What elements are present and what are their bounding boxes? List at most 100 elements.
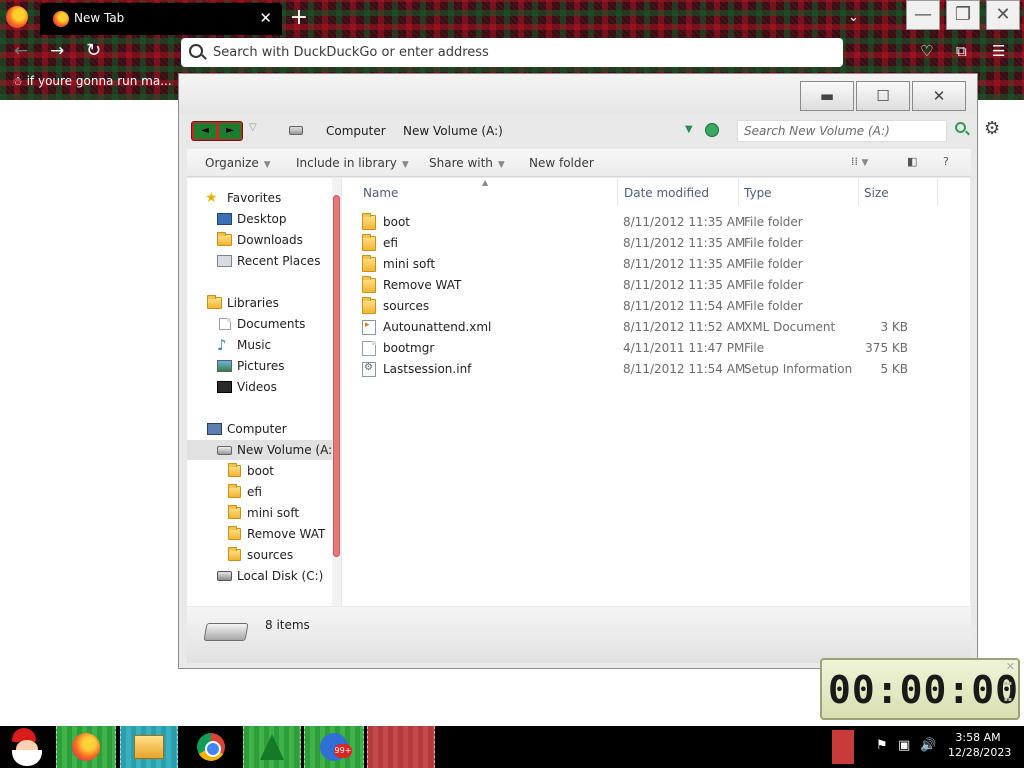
column-divider[interactable]: [937, 178, 938, 206]
column-header-name[interactable]: Name: [363, 186, 398, 200]
new-folder-button[interactable]: New folder: [529, 156, 594, 170]
preview-pane-icon[interactable]: ◧: [907, 155, 917, 168]
column-header-type[interactable]: Type: [744, 186, 772, 200]
nav-favorites[interactable]: ★ Favorites: [187, 188, 332, 208]
include-in-library-menu[interactable]: Include in library ▼: [296, 156, 409, 170]
browser-close-button[interactable]: ✕: [986, 0, 1020, 30]
address-dropdown-icon[interactable]: ▼: [685, 124, 693, 135]
tab-close-button[interactable]: ✕: [259, 8, 272, 28]
table-row[interactable]: efi 8/11/2012 11:35 AM File folder: [342, 233, 970, 254]
explorer-title-bar[interactable]: ▬ ☐ ✕: [179, 74, 977, 114]
start-button[interactable]: [2, 726, 52, 768]
table-row[interactable]: Lastsession.inf 8/11/2012 11:54 AMSetup I…: [342, 359, 970, 380]
search-box[interactable]: [737, 120, 947, 142]
file-size: 5 KB: [880, 362, 908, 376]
explorer-back-button[interactable]: ◄: [194, 123, 216, 139]
taskbar-explorer[interactable]: [120, 726, 178, 768]
explorer-maximize-button[interactable]: ☐: [856, 81, 910, 111]
back-arrow-icon[interactable]: ←: [14, 41, 28, 61]
table-row[interactable]: bootmgr 4/11/2011 11:47 PM File 375 KB: [342, 338, 970, 359]
view-options-icon[interactable]: ⁞⁞ ▼: [851, 155, 868, 168]
table-row[interactable]: mini soft 8/11/2012 11:35 AM File folder: [342, 254, 970, 275]
navigation-scroll-thumb[interactable]: [333, 195, 340, 557]
taskbar-chrome[interactable]: [182, 726, 240, 768]
tab-new-tab[interactable]: New Tab ✕: [40, 3, 282, 35]
bookmark-item[interactable]: ☃ if youre gonna run ma...: [12, 74, 172, 88]
tray-time: 3:58 AM: [955, 731, 1001, 744]
address-row: ◄ ► ▽ Computer New Volume (A:) ▼: [187, 118, 971, 145]
nav-sub-mini-soft[interactable]: mini soft: [187, 503, 332, 523]
taskbar-firefox[interactable]: [56, 726, 116, 768]
column-divider[interactable]: [738, 178, 739, 206]
table-row[interactable]: sources 8/11/2012 11:54 AM File folder: [342, 296, 970, 317]
url-input[interactable]: [213, 42, 813, 63]
back-forward-buttons: ◄ ►: [191, 121, 243, 141]
forward-arrow-icon[interactable]: →: [50, 41, 64, 61]
nav-sub-efi[interactable]: efi: [187, 482, 332, 502]
drive-large-icon: [203, 623, 249, 641]
breadcrumb-computer[interactable]: Computer: [326, 124, 386, 138]
nav-recent-places[interactable]: Recent Places: [187, 251, 332, 271]
browser-minimize-button[interactable]: —: [906, 0, 940, 30]
explorer-search-input[interactable]: [738, 121, 924, 141]
firefox-logo-icon[interactable]: [6, 6, 28, 28]
tray-clock[interactable]: 3:58 AM 12/28/2023: [948, 730, 1011, 760]
pocket-icon[interactable]: ♡: [920, 42, 933, 60]
column-header-date-modified[interactable]: Date modified: [624, 186, 709, 200]
magnifier-icon[interactable]: [955, 122, 966, 133]
column-divider[interactable]: [858, 178, 859, 206]
taskbar-christmas-tree[interactable]: [243, 726, 301, 768]
action-center-flag-icon[interactable]: ⚑: [876, 738, 888, 753]
file-date-modified: 8/11/2012 11:35 AM: [623, 257, 746, 271]
nav-libraries[interactable]: Libraries: [187, 293, 332, 313]
nav-downloads[interactable]: Downloads: [187, 230, 332, 250]
menu-hamburger-icon[interactable]: ☰: [992, 42, 1005, 60]
url-bar[interactable]: [181, 38, 843, 67]
nav-sub-sources[interactable]: sources: [187, 545, 332, 565]
refresh-icon[interactable]: [705, 123, 719, 137]
table-row[interactable]: Remove WAT 8/11/2012 11:35 AM File folder: [342, 275, 970, 296]
nav-videos[interactable]: Videos: [187, 377, 332, 397]
file-size: 375 KB: [865, 341, 908, 355]
nav-music[interactable]: ♪ Music: [187, 335, 332, 355]
clock-side-mark: ▪▪: [1003, 696, 1012, 703]
table-row[interactable]: Autounattend.xml 8/11/2012 11:52 AMXML Do…: [342, 317, 970, 338]
breadcrumb-new-volume[interactable]: New Volume (A:): [403, 124, 503, 138]
column-header-size[interactable]: Size: [864, 186, 889, 200]
desktop-icon: [217, 213, 232, 225]
browser-restore-button[interactable]: ❐: [946, 0, 980, 30]
explorer-minimize-button[interactable]: ▬: [800, 81, 854, 111]
nav-sub-boot[interactable]: boot: [187, 461, 332, 481]
nav-pictures[interactable]: Pictures: [187, 356, 332, 376]
local-disk-icon: [217, 571, 232, 581]
recent-pages-chevron-icon[interactable]: ▽: [249, 122, 257, 133]
reload-icon[interactable]: ↻: [86, 40, 101, 61]
file-list: ▲ Name Date modified Type Size boot 8/11/…: [342, 178, 970, 606]
file-icon: [362, 341, 376, 356]
explorer-forward-button[interactable]: ►: [219, 123, 241, 139]
nav-new-volume[interactable]: New Volume (A:): [187, 440, 337, 460]
help-icon[interactable]: ?: [943, 155, 949, 168]
organize-menu[interactable]: Organize ▼: [205, 156, 271, 170]
taskbar-empty-slot[interactable]: [367, 726, 435, 768]
clock-widget[interactable]: ✕ 00:00:00 ▪▪ ▪▪: [820, 658, 1020, 720]
nav-local-disk[interactable]: Local Disk (C:): [187, 566, 332, 586]
volume-icon[interactable]: 🔊: [920, 738, 936, 753]
tray-show-desktop[interactable]: [832, 730, 854, 764]
nav-computer[interactable]: Computer: [187, 419, 332, 439]
tab-list-chevron-icon[interactable]: ⌄: [848, 10, 859, 25]
documents-icon: [219, 318, 231, 330]
nav-sub-remove-wat[interactable]: Remove WAT: [187, 524, 332, 544]
extensions-icon[interactable]: ⧉: [956, 42, 967, 60]
table-row[interactable]: boot 8/11/2012 11:35 AM File folder: [342, 212, 970, 233]
navigation-scrollbar[interactable]: [332, 178, 341, 606]
share-with-menu[interactable]: Share with ▼: [429, 156, 505, 170]
new-tab-button[interactable]: +: [287, 4, 311, 32]
explorer-close-button[interactable]: ✕: [912, 81, 966, 111]
nav-desktop[interactable]: Desktop: [187, 209, 332, 229]
network-icon[interactable]: ▣: [898, 738, 910, 753]
column-divider[interactable]: [617, 178, 618, 206]
gear-icon[interactable]: ⚙: [984, 118, 1000, 139]
file-type: File folder: [744, 278, 803, 292]
nav-documents[interactable]: Documents: [187, 314, 332, 334]
